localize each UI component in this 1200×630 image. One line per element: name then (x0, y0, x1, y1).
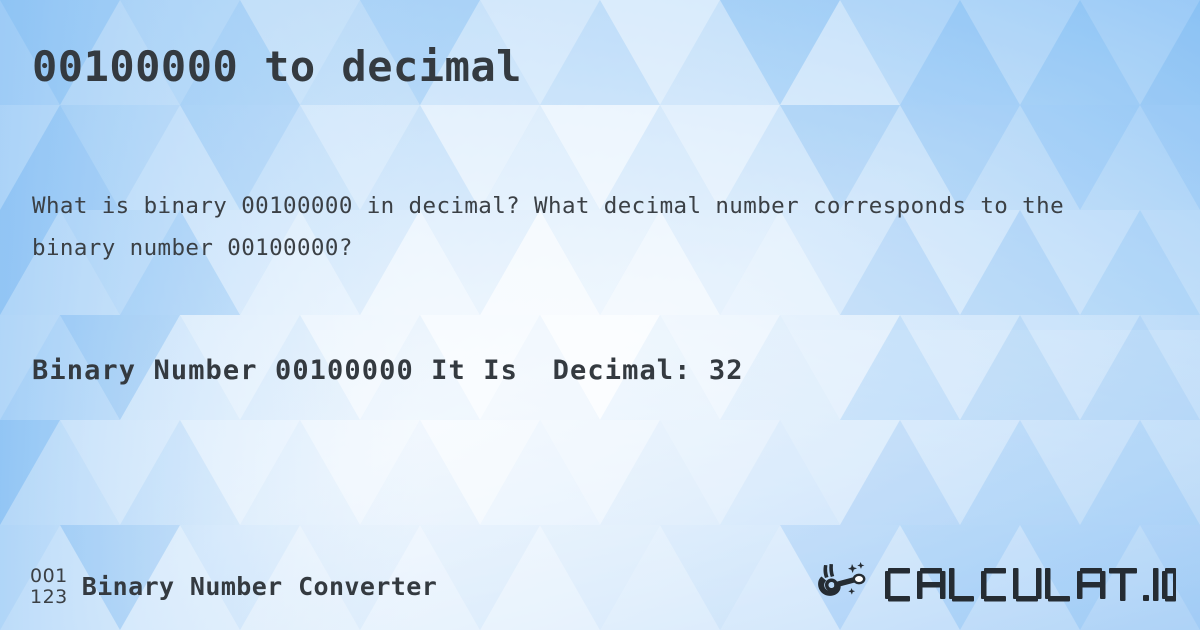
magic-wand-hand-icon (818, 562, 866, 596)
intro-paragraph: What is binary 00100000 in decimal? What… (32, 193, 1065, 261)
logo-line-top: 001 (30, 565, 68, 587)
footer-site-title: Binary Number Converter (81, 571, 438, 601)
footer-brand-left: 001 123 Binary Number Converter (30, 564, 437, 608)
page-title: 00100000 to decimal (32, 42, 522, 91)
social-card: 00100000 to decimal What is binary 00100… (0, 0, 1200, 630)
calculatio-brand-logo (884, 558, 1176, 606)
conversion-result: Binary Number 00100000 It Is Decimal: 32 (32, 355, 744, 386)
footer-brand-right (814, 558, 1176, 606)
calculatio-wordmark (885, 568, 1176, 602)
footer: 001 123 Binary Number Converter (0, 534, 1200, 630)
logo-line-bottom: 123 (30, 586, 68, 608)
binary-digits-logo-icon: 001 123 (30, 566, 68, 608)
